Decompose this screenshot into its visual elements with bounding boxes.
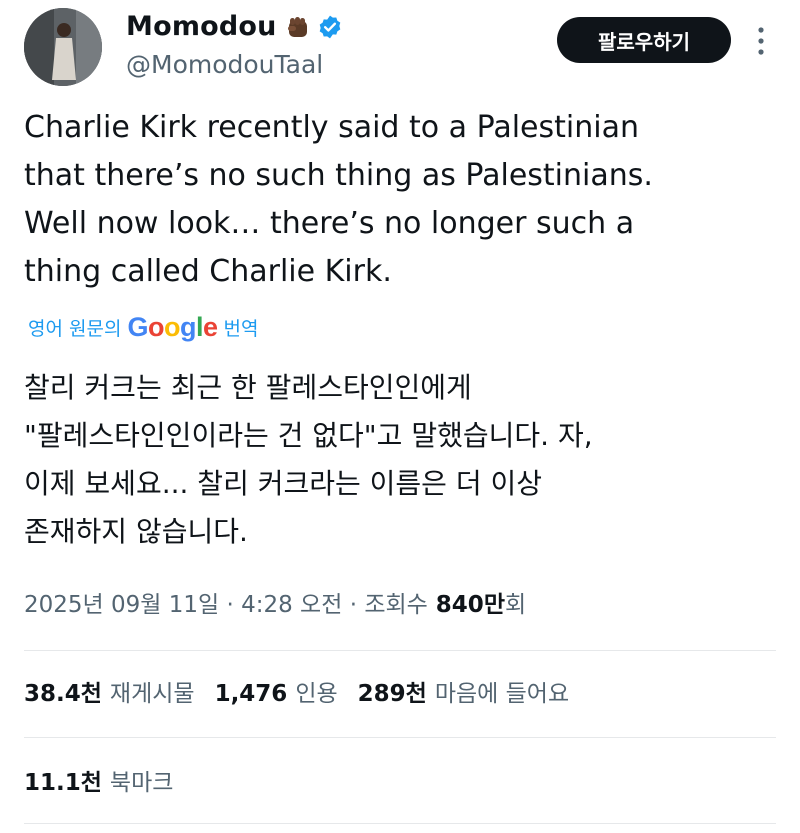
- bookmarks-stat[interactable]: 11.1천 북마크: [24, 763, 173, 797]
- user-handle[interactable]: @MomodouTaal: [126, 50, 323, 79]
- timestamp[interactable]: 2025년 09월 11일 · 4:28 오전 · 조회수: [24, 585, 428, 619]
- quotes-count: 1,476: [214, 681, 288, 707]
- views-suffix: 회: [504, 592, 527, 618]
- divider: [24, 823, 776, 824]
- retweets-count: 38.4천: [24, 681, 102, 707]
- google-letter: g: [179, 312, 197, 342]
- translated-text-line: 존재하지 않습니다.: [24, 515, 248, 548]
- follow-button[interactable]: 팔로우하기: [557, 17, 731, 63]
- views-unit: 만: [483, 592, 505, 618]
- google-letter: G: [127, 312, 148, 342]
- quotes-stat[interactable]: 1,476 인용: [215, 674, 338, 708]
- likes-label: 마음에 들어요: [434, 681, 570, 707]
- translated-text-line: 이제 보세요... 찰리 커크라는 이름은 더 이상: [24, 467, 543, 500]
- translated-text: 찰리 커크는 최근 한 팔레스타인인에게 "팔레스타인인이라는 건 없다"고 말…: [24, 364, 784, 556]
- tweet-text-line: Well now look… there’s no longer such a: [24, 206, 635, 241]
- bookmarks-label: 북마크: [109, 770, 174, 796]
- display-name[interactable]: Momodou: [126, 11, 277, 42]
- quotes-label: 인용: [295, 681, 338, 707]
- translated-text-line: "팔레스타인인이라는 건 없다"고 말했습니다. 자,: [24, 419, 593, 452]
- likes-stat[interactable]: 289천 마음에 들어요: [358, 674, 569, 708]
- tweet-text-line: that there’s no such thing as Palestinia…: [24, 158, 653, 193]
- retweets-label: 재게시물: [109, 681, 195, 707]
- tweet-text-line: thing called Charlie Kirk.: [24, 254, 392, 289]
- avatar-image: [24, 8, 102, 86]
- tweet-text: Charlie Kirk recently said to a Palestin…: [24, 104, 784, 296]
- translate-suffix: 번역: [223, 318, 259, 340]
- verified-badge-icon: [317, 14, 343, 40]
- google-letter: o: [163, 312, 181, 342]
- likes-count: 289천: [357, 681, 427, 707]
- tweet-text-line: Charlie Kirk recently said to a Palestin…: [24, 110, 639, 145]
- avatar[interactable]: [24, 8, 102, 86]
- engagement-stats: 38.4천 재게시물 1,476 인용 289천 마음에 들어요: [24, 674, 589, 708]
- views-number: 840: [435, 592, 484, 618]
- google-letter: l: [195, 312, 204, 342]
- google-letter: o: [147, 312, 165, 342]
- translate-link[interactable]: 영어 원문의 Google 번역: [28, 312, 258, 343]
- tweet-header: Momodou @MomodouTaal 팔로우하기: [0, 0, 800, 100]
- bookmarks-count: 11.1천: [24, 770, 102, 796]
- divider: [24, 737, 776, 738]
- divider: [24, 650, 776, 651]
- tweet-meta: 2025년 09월 11일 · 4:28 오전 · 조회수 840만 회: [24, 585, 526, 619]
- fist-icon: [285, 14, 311, 40]
- translate-prefix: 영어 원문의: [28, 318, 122, 340]
- retweets-stat[interactable]: 38.4천 재게시물: [24, 674, 195, 708]
- views-count: 840만: [436, 585, 505, 619]
- google-logo: Google: [127, 312, 218, 343]
- more-options-icon[interactable]: [753, 24, 769, 58]
- google-letter: e: [202, 312, 218, 342]
- translated-text-line: 찰리 커크는 최근 한 팔레스타인인에게: [24, 371, 472, 404]
- name-row: Momodou: [126, 11, 343, 42]
